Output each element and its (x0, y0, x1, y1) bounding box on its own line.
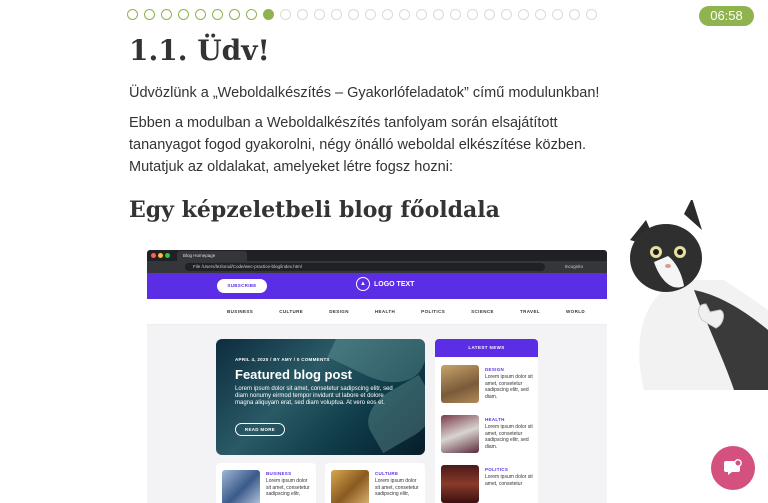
progress-dot[interactable] (501, 9, 512, 20)
progress-dot[interactable] (535, 9, 546, 20)
progress-dot[interactable] (467, 9, 478, 20)
progress-dot[interactable] (331, 9, 342, 20)
progress-dot[interactable] (144, 9, 155, 20)
section-title: Egy képzeletbeli blog főoldala (129, 197, 500, 223)
cat-mascot (630, 200, 768, 390)
progress-dot[interactable] (178, 9, 189, 20)
progress-dot[interactable] (195, 9, 206, 20)
category-nav-item: BUSINESS (227, 309, 254, 314)
news-item: HEALTH Lorem ipsum dolor sit amet, conse… (441, 415, 533, 455)
progress-dot[interactable] (161, 9, 172, 20)
subscribe-button: SUBSCRIBE (217, 279, 267, 293)
news-text: Lorem ipsum dolor sit amet, consetetur (485, 474, 533, 487)
progress-dot[interactable] (229, 9, 240, 20)
logo-text: LOGO TEXT (374, 280, 415, 288)
progress-dot[interactable] (297, 9, 308, 20)
lesson-title: 1.1. Üdv! (129, 34, 270, 67)
progress-dot[interactable] (365, 9, 376, 20)
news-item: DESIGN Lorem ipsum dolor sit amet, conse… (441, 365, 533, 405)
progress-dot[interactable] (484, 9, 495, 20)
progress-dot[interactable] (212, 9, 223, 20)
news-text: Lorem ipsum dolor sit amet, consetetur s… (485, 424, 533, 450)
featured-post: APRIL 4, 2020 / BY AMY / 0 COMMENTS Feat… (216, 339, 425, 455)
progress-dot[interactable] (433, 9, 444, 20)
card-text: Lorem ipsum dolor sit amet, consetetur s… (375, 478, 419, 497)
browser-tab: Blog Homepage (177, 251, 247, 261)
chat-button[interactable] (711, 446, 755, 490)
lesson-timer: 06:58 (699, 6, 754, 26)
browser-tab-bar: Blog Homepage (147, 250, 607, 261)
chat-bubble-icon (724, 459, 742, 475)
progress-dot[interactable] (569, 9, 580, 20)
progress-dot[interactable] (450, 9, 461, 20)
news-item: POLITICS Lorem ipsum dolor sit amet, con… (441, 465, 533, 503)
category-nav-item: TRAVEL (519, 309, 541, 314)
card-thumbnail (222, 470, 260, 503)
category-nav-item: WORLD (566, 309, 586, 314)
incognito-label: Incognito (564, 264, 583, 269)
progress-dot[interactable] (552, 9, 563, 20)
progress-dot[interactable] (127, 9, 138, 20)
progress-dot[interactable] (382, 9, 393, 20)
card-thumbnail (331, 470, 369, 503)
category-nav: BUSINESS CULTURE DESIGN HEALTH POLITICS SCIEN… (147, 299, 607, 325)
card-category: BUSINESS (266, 471, 292, 476)
category-nav-item: POLITICS (421, 309, 446, 314)
latest-news-heading: LATEST NEWS (435, 339, 538, 357)
read-more-button: READ MORE (235, 423, 285, 436)
browser-url: File /Users/lezlorod/Code/wec-practice-b… (185, 263, 545, 271)
category-nav-item: HEALTH (374, 309, 396, 314)
post-card: BUSINESS Lorem ipsum dolor sit amet, con… (216, 463, 316, 503)
minimize-dot-icon (158, 253, 163, 258)
maximize-dot-icon (165, 253, 170, 258)
news-thumbnail (441, 465, 479, 503)
lesson-progress (127, 9, 597, 20)
progress-dot[interactable] (280, 9, 291, 20)
news-category: POLITICS (485, 467, 509, 472)
progress-dot[interactable] (246, 9, 257, 20)
progress-dot[interactable] (348, 9, 359, 20)
blog-homepage-screenshot: Blog Homepage File /Users/lezlorod/Code/… (147, 250, 607, 503)
progress-dot[interactable] (416, 9, 427, 20)
news-category: DESIGN (485, 367, 505, 372)
close-dot-icon (151, 253, 156, 258)
lesson-paragraph: Ebben a modulban a Weboldalkészítés tanf… (129, 115, 587, 175)
browser-address-bar: File /Users/lezlorod/Code/wec-practice-b… (147, 261, 607, 273)
news-category: HEALTH (485, 417, 505, 422)
featured-meta: APRIL 4, 2020 / BY AMY / 0 COMMENTS (235, 357, 330, 362)
logo-mountain-icon: ▲ (356, 277, 370, 291)
post-card: CULTURE Lorem ipsum dolor sit amet, cons… (325, 463, 425, 503)
news-thumbnail (441, 415, 479, 453)
progress-dot[interactable] (518, 9, 529, 20)
featured-excerpt: Lorem ipsum dolor sit amet, consetetur s… (235, 386, 393, 407)
lesson-intro: Üdvözlünk a „Weboldalkészítés – Gyakorló… (129, 85, 600, 101)
category-nav-item: CULTURE (279, 309, 304, 314)
category-nav-item: SCIENCE (471, 309, 494, 314)
progress-dot[interactable] (586, 9, 597, 20)
progress-dot-current[interactable] (263, 9, 274, 20)
site-logo: ▲ LOGO TEXT (356, 277, 414, 291)
news-thumbnail (441, 365, 479, 403)
progress-dot[interactable] (399, 9, 410, 20)
latest-news-sidebar: LATEST NEWS DESIGN Lorem ipsum dolor sit… (435, 339, 538, 503)
site-header: SUBSCRIBE ▲ LOGO TEXT (147, 273, 607, 299)
category-nav-item: DESIGN (329, 309, 349, 314)
card-category: CULTURE (375, 471, 399, 476)
progress-dot[interactable] (314, 9, 325, 20)
featured-title: Featured blog post (235, 367, 352, 382)
news-text: Lorem ipsum dolor sit amet, consetetur s… (485, 374, 533, 400)
card-text: Lorem ipsum dolor sit amet, consetetur s… (266, 478, 310, 497)
